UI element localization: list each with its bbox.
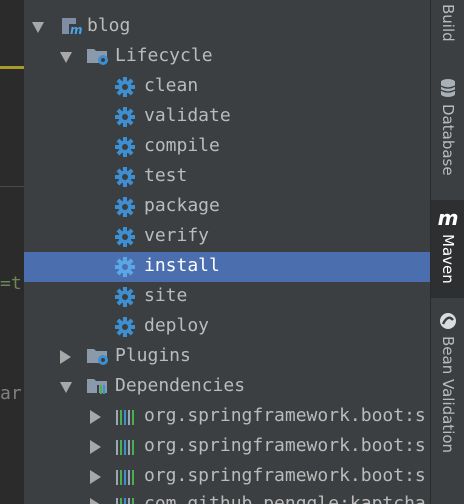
gear-icon [115,167,135,187]
lifecycle-goal-compile[interactable]: compile [24,132,430,162]
goal-label: install [144,255,220,276]
dependency-item[interactable]: org.springframework.boot:s [24,462,430,492]
tab-label: Build [439,4,457,42]
tab-bean-validation[interactable]: Bean Validation [431,312,464,504]
dependency-label: org.springframework.boot:s [144,435,426,456]
tree-node-dependencies[interactable]: Dependencies [24,372,430,402]
editor-divider [0,186,24,187]
folder-gear-icon [87,49,108,65]
tree-node-plugins[interactable]: Plugins [24,342,430,372]
tab-label: Bean Validation [439,336,457,454]
expand-arrow-icon[interactable] [60,382,72,393]
goal-label: deploy [144,315,210,336]
dependency-item[interactable]: org.springframework.boot:s [24,432,430,462]
goal-label: package [144,195,220,216]
tree-node-lifecycle[interactable]: Lifecycle [24,42,430,72]
goal-label: validate [144,105,231,126]
lifecycle-goal-clean[interactable]: clean [24,72,430,102]
tree-node-root[interactable]: m blog [24,12,430,42]
tree-node-label: Plugins [115,345,191,366]
right-tool-window-bar: Build Database m Maven Bean Validation [430,0,464,504]
tab-maven[interactable]: m Maven [431,200,464,298]
goal-label: verify [144,225,210,246]
lifecycle-goal-site[interactable]: site [24,282,430,312]
gear-icon [115,137,135,157]
gear-icon [115,317,135,337]
dependency-label: org.springframework.boot:s [144,405,426,426]
tab-database[interactable]: Database [431,78,464,188]
folder-library-icon [87,379,107,394]
dependency-item[interactable]: com.github.penggle:kaptcha [24,490,430,504]
expand-arrow-icon[interactable] [90,440,101,454]
database-icon [440,79,456,97]
editor-gutter: =t ar [0,0,25,504]
expand-arrow-icon[interactable] [90,410,101,424]
lifecycle-goal-test[interactable]: test [24,162,430,192]
goal-label: site [144,285,188,306]
library-icon [116,470,134,485]
maven-module-icon: m [62,18,84,36]
expand-arrow-icon[interactable] [90,498,101,504]
editor-marker [0,66,24,69]
dependency-label: com.github.penggle:kaptcha [144,493,426,504]
library-icon [116,440,134,455]
maven-projects-tree: m blog Lifecycle clean validate compile … [24,0,430,504]
library-icon [116,498,134,504]
dependency-label: org.springframework.boot:s [144,465,426,486]
expand-arrow-icon[interactable] [32,22,44,33]
lifecycle-goal-validate[interactable]: validate [24,102,430,132]
expand-arrow-icon[interactable] [60,350,71,364]
tree-node-label: Dependencies [115,375,246,396]
maven-icon: m [437,206,459,230]
tree-node-label: blog [87,15,131,36]
tab-label: Maven [439,234,457,284]
library-icon [116,410,134,425]
expand-arrow-icon[interactable] [90,470,101,484]
lifecycle-goal-package[interactable]: package [24,192,430,222]
bean-icon [440,313,456,329]
gear-icon [115,77,135,97]
lifecycle-goal-verify[interactable]: verify [24,222,430,252]
gear-icon [115,197,135,217]
svg-text:m: m [70,23,83,36]
tab-build[interactable]: Build [431,0,464,62]
editor-code-fragment: =t [0,274,22,294]
goal-label: test [144,165,188,186]
lifecycle-goal-install[interactable]: install [24,252,430,282]
tab-label: Database [439,104,457,176]
gear-icon [115,257,135,277]
goal-label: clean [144,75,199,96]
folder-gear-icon [87,349,108,365]
dependency-item[interactable]: org.springframework.boot:s [24,402,430,432]
goal-label: compile [144,135,220,156]
editor-code-fragment: ar [0,384,22,404]
lifecycle-goal-deploy[interactable]: deploy [24,312,430,342]
gear-icon [115,227,135,247]
gear-icon [115,287,135,307]
tree-node-label: Lifecycle [115,45,213,66]
gear-icon [115,107,135,127]
expand-arrow-icon[interactable] [60,52,72,63]
